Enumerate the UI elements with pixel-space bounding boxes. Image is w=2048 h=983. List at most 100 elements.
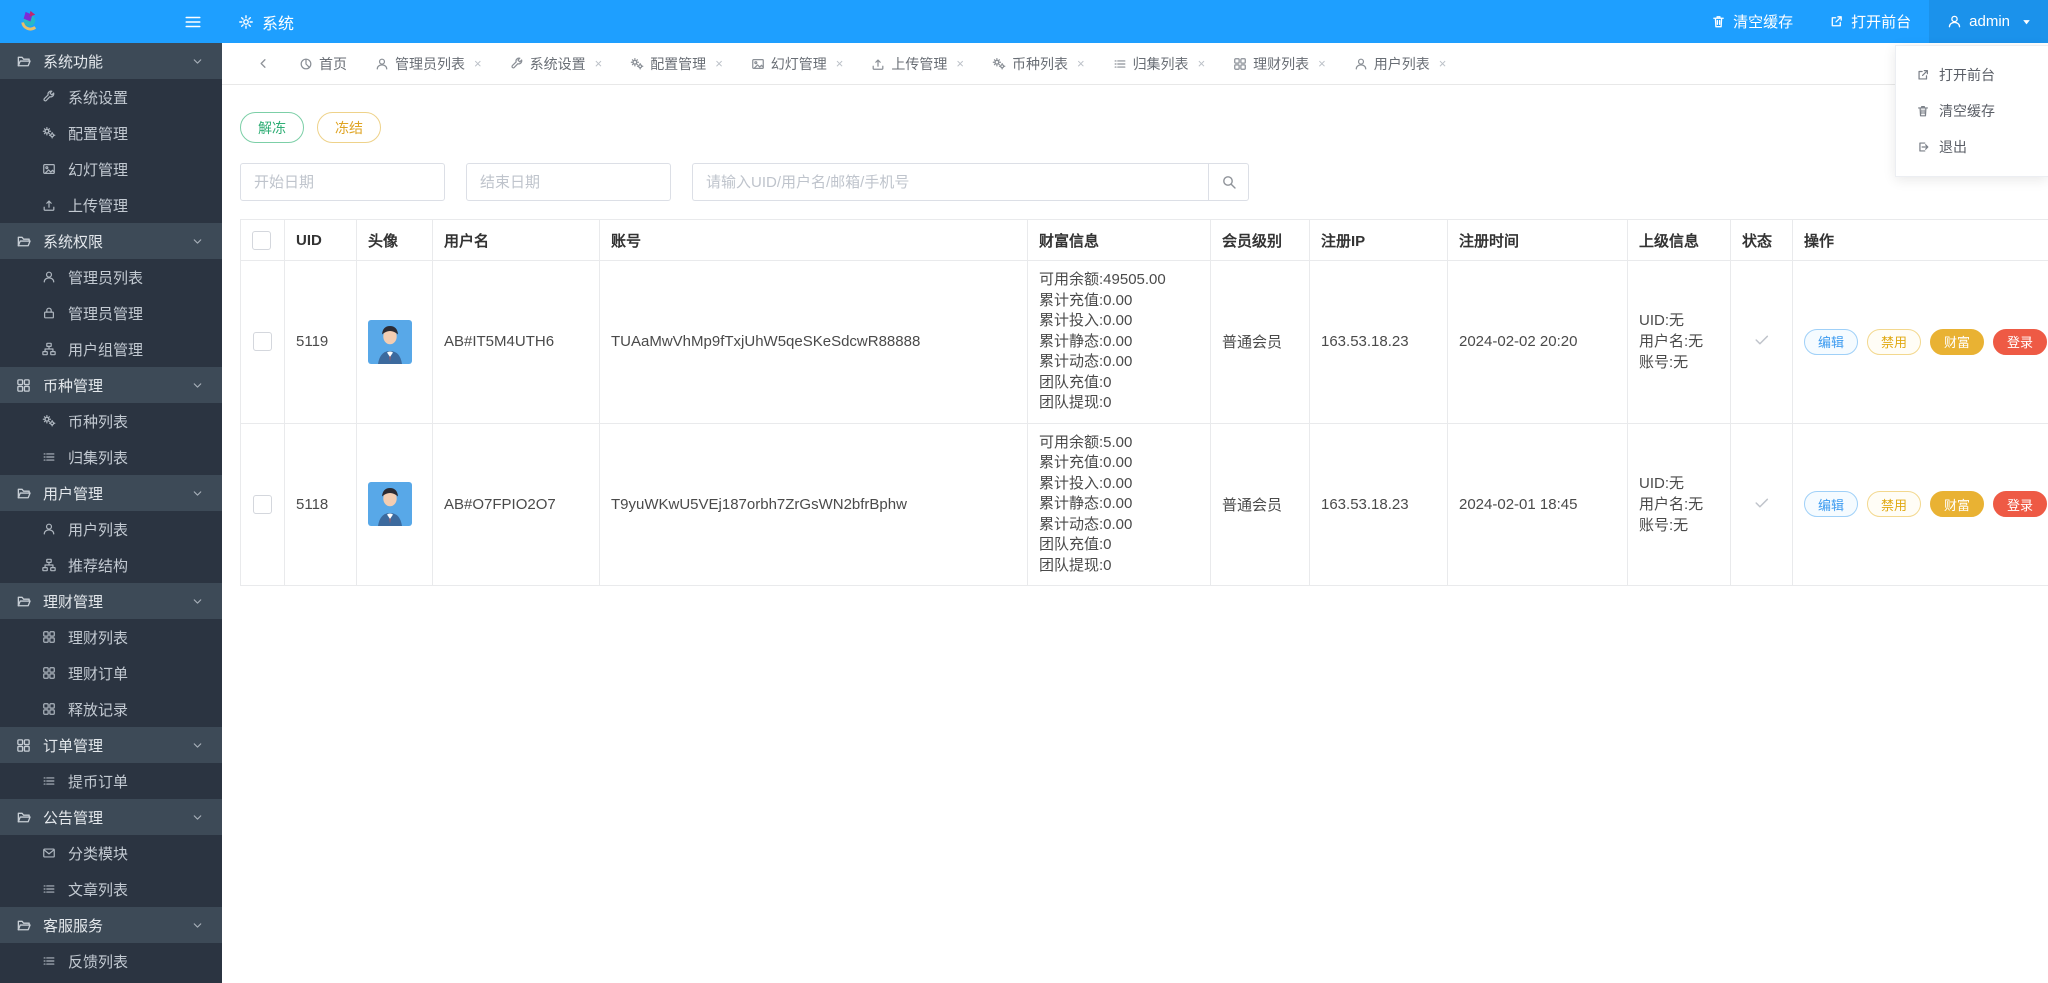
login-button[interactable]: 登录 xyxy=(1993,328,2048,355)
image-icon xyxy=(42,162,56,176)
dropdown-item-label: 退出 xyxy=(1939,139,1967,155)
tab-close-icon[interactable]: × xyxy=(1439,56,1447,71)
username-label: admin xyxy=(1969,13,2010,30)
sidebar-item-article-list[interactable]: 文章列表 xyxy=(0,871,222,907)
tab-system-settings[interactable]: 系统设置 × xyxy=(510,54,603,74)
clear-cache-button[interactable]: 清空缓存 xyxy=(1693,0,1811,43)
search-button[interactable] xyxy=(1208,163,1249,201)
sidebar-item-customer-service[interactable]: 客服服务 xyxy=(0,907,222,943)
list-icon xyxy=(42,450,56,464)
select-all-checkbox[interactable] xyxy=(252,230,271,250)
sidebar-item-currency-management[interactable]: 币种管理 xyxy=(0,367,222,403)
sidebar-item-admin-management[interactable]: 管理员管理 xyxy=(0,295,222,331)
unfreeze-button[interactable]: 解冻 xyxy=(240,112,304,143)
tab-currency-list[interactable]: 币种列表 × xyxy=(992,54,1085,74)
tab-close-icon[interactable]: × xyxy=(836,56,844,71)
dropdown-item-clear-cache[interactable]: 清空缓存 xyxy=(1896,93,2048,129)
start-date-input[interactable] xyxy=(240,163,445,201)
search-icon xyxy=(1221,174,1237,190)
sidebar-item-withdrawal-orders[interactable]: 提币订单 xyxy=(0,763,222,799)
sidebar-item-label: 用户列表 xyxy=(68,521,129,539)
tab-user-list[interactable]: 用户列表 × xyxy=(1354,54,1447,74)
trash-icon xyxy=(1916,104,1930,118)
sidebar-item-label: 推荐结构 xyxy=(68,557,129,575)
parent-line: 用户名:无 xyxy=(1639,333,1704,351)
user-menu-button[interactable]: admin xyxy=(1929,0,2048,43)
tab-admin-list[interactable]: 管理员列表 × xyxy=(375,54,482,74)
sidebar-item-label: 币种列表 xyxy=(68,413,129,431)
sidebar-item-system-settings[interactable]: 系统设置 xyxy=(0,79,222,115)
tabs-scroll-left-button[interactable] xyxy=(256,56,271,71)
disable-button[interactable]: 禁用 xyxy=(1867,328,1922,355)
sidebar-item-label: 币种管理 xyxy=(43,377,104,395)
tab-finance-list[interactable]: 理财列表 × xyxy=(1233,54,1326,74)
sidebar-item-upload-management[interactable]: 上传管理 xyxy=(0,187,222,223)
row-checkbox[interactable] xyxy=(253,494,272,514)
edit-button[interactable]: 编辑 xyxy=(1804,328,1859,355)
sidebar-item-finance-list[interactable]: 理财列表 xyxy=(0,619,222,655)
cell-account: TUAaMwVhMp9fTxjUhW5qeSKeSdcwR88888 xyxy=(599,260,1028,424)
tab-close-icon[interactable]: × xyxy=(1077,56,1085,71)
sidebar-item-system-permissions[interactable]: 系统权限 xyxy=(0,223,222,259)
tab-label: 幻灯管理 xyxy=(770,55,827,72)
gears-icon xyxy=(42,126,56,140)
sidebar-item-category-module[interactable]: 分类模块 xyxy=(0,835,222,871)
column-header-username: 用户名 xyxy=(432,219,600,261)
dropdown-item-label: 打开前台 xyxy=(1939,67,1995,83)
sidebar-item-feedback-list[interactable]: 反馈列表 xyxy=(0,943,222,979)
sidebar-item-system-functions[interactable]: 系统功能 xyxy=(0,43,222,79)
tab-label: 上传管理 xyxy=(891,55,948,72)
cell-actions: 编辑 禁用 财富 登录 xyxy=(1792,260,2048,424)
tab-close-icon[interactable]: × xyxy=(1198,56,1206,71)
dropdown-item-label: 清空缓存 xyxy=(1939,103,1995,119)
status-check-icon xyxy=(1753,331,1770,348)
tab-config-management[interactable]: 配置管理 × xyxy=(630,54,723,74)
search-input[interactable] xyxy=(692,163,1208,201)
open-front-button[interactable]: 打开前台 xyxy=(1811,0,1929,43)
sidebar-item-finance-orders[interactable]: 理财订单 xyxy=(0,655,222,691)
tab-bar: 首页 管理员列表 × 系统设置 × 配置管理 × 幻灯管理 × 上传管理 × 币… xyxy=(222,43,2048,85)
sidebar-item-release-records[interactable]: 释放记录 xyxy=(0,691,222,727)
dropdown-item-open-front[interactable]: 打开前台 xyxy=(1896,57,2048,93)
sidebar-item-user-management[interactable]: 用户管理 xyxy=(0,475,222,511)
login-button[interactable]: 登录 xyxy=(1993,491,2048,518)
end-date-input[interactable] xyxy=(466,163,671,201)
sidebar-item-config-management[interactable]: 配置管理 xyxy=(0,115,222,151)
sidebar-item-label: 系统功能 xyxy=(43,53,104,71)
wealth-button[interactable]: 财富 xyxy=(1930,328,1985,355)
image-icon xyxy=(751,57,765,71)
sidebar-item-label: 上传管理 xyxy=(68,197,129,215)
freeze-button[interactable]: 冻结 xyxy=(317,112,381,143)
sidebar-item-announcement-management[interactable]: 公告管理 xyxy=(0,799,222,835)
row-checkbox[interactable] xyxy=(253,332,272,352)
sidebar-item-user-group-management[interactable]: 用户组管理 xyxy=(0,331,222,367)
tab-close-icon[interactable]: × xyxy=(715,56,723,71)
disable-button[interactable]: 禁用 xyxy=(1867,491,1922,518)
tab-collection-list[interactable]: 归集列表 × xyxy=(1113,54,1206,74)
edit-button[interactable]: 编辑 xyxy=(1804,491,1859,518)
tab-close-icon[interactable]: × xyxy=(595,56,603,71)
tab-upload-management[interactable]: 上传管理 × xyxy=(871,54,964,74)
tab-slide-management[interactable]: 幻灯管理 × xyxy=(751,54,844,74)
sidebar-item-label: 配置管理 xyxy=(68,125,129,143)
cell-username: AB#IT5M4UTH6 xyxy=(432,260,600,424)
sidebar-item-order-management[interactable]: 订单管理 xyxy=(0,727,222,763)
tab-home[interactable]: 首页 xyxy=(299,54,347,74)
sidebar-item-label: 系统设置 xyxy=(68,89,129,107)
tab-close-icon[interactable]: × xyxy=(1318,56,1326,71)
sidebar-item-finance-management[interactable]: 理财管理 xyxy=(0,583,222,619)
sidebar-item-currency-list[interactable]: 币种列表 xyxy=(0,403,222,439)
list-icon xyxy=(42,882,56,896)
dropdown-item-logout[interactable]: 退出 xyxy=(1896,129,2048,165)
column-header-reg-ip: 注册IP xyxy=(1309,219,1448,261)
sidebar-item-admin-list[interactable]: 管理员列表 xyxy=(0,259,222,295)
sidebar-item-user-list[interactable]: 用户列表 xyxy=(0,511,222,547)
sidebar-item-slide-management[interactable]: 幻灯管理 xyxy=(0,151,222,187)
wealth-button[interactable]: 财富 xyxy=(1930,491,1985,518)
tab-close-icon[interactable]: × xyxy=(474,56,482,71)
sidebar-item-collection-list[interactable]: 归集列表 xyxy=(0,439,222,475)
cell-wealth: 可用余额:5.00 累计充值:0.00 累计投入:0.00 累计静态:0.00 … xyxy=(1027,422,1211,586)
sidebar-item-referral-structure[interactable]: 推荐结构 xyxy=(0,547,222,583)
menu-toggle-button[interactable] xyxy=(184,13,202,31)
tab-close-icon[interactable]: × xyxy=(956,56,964,71)
